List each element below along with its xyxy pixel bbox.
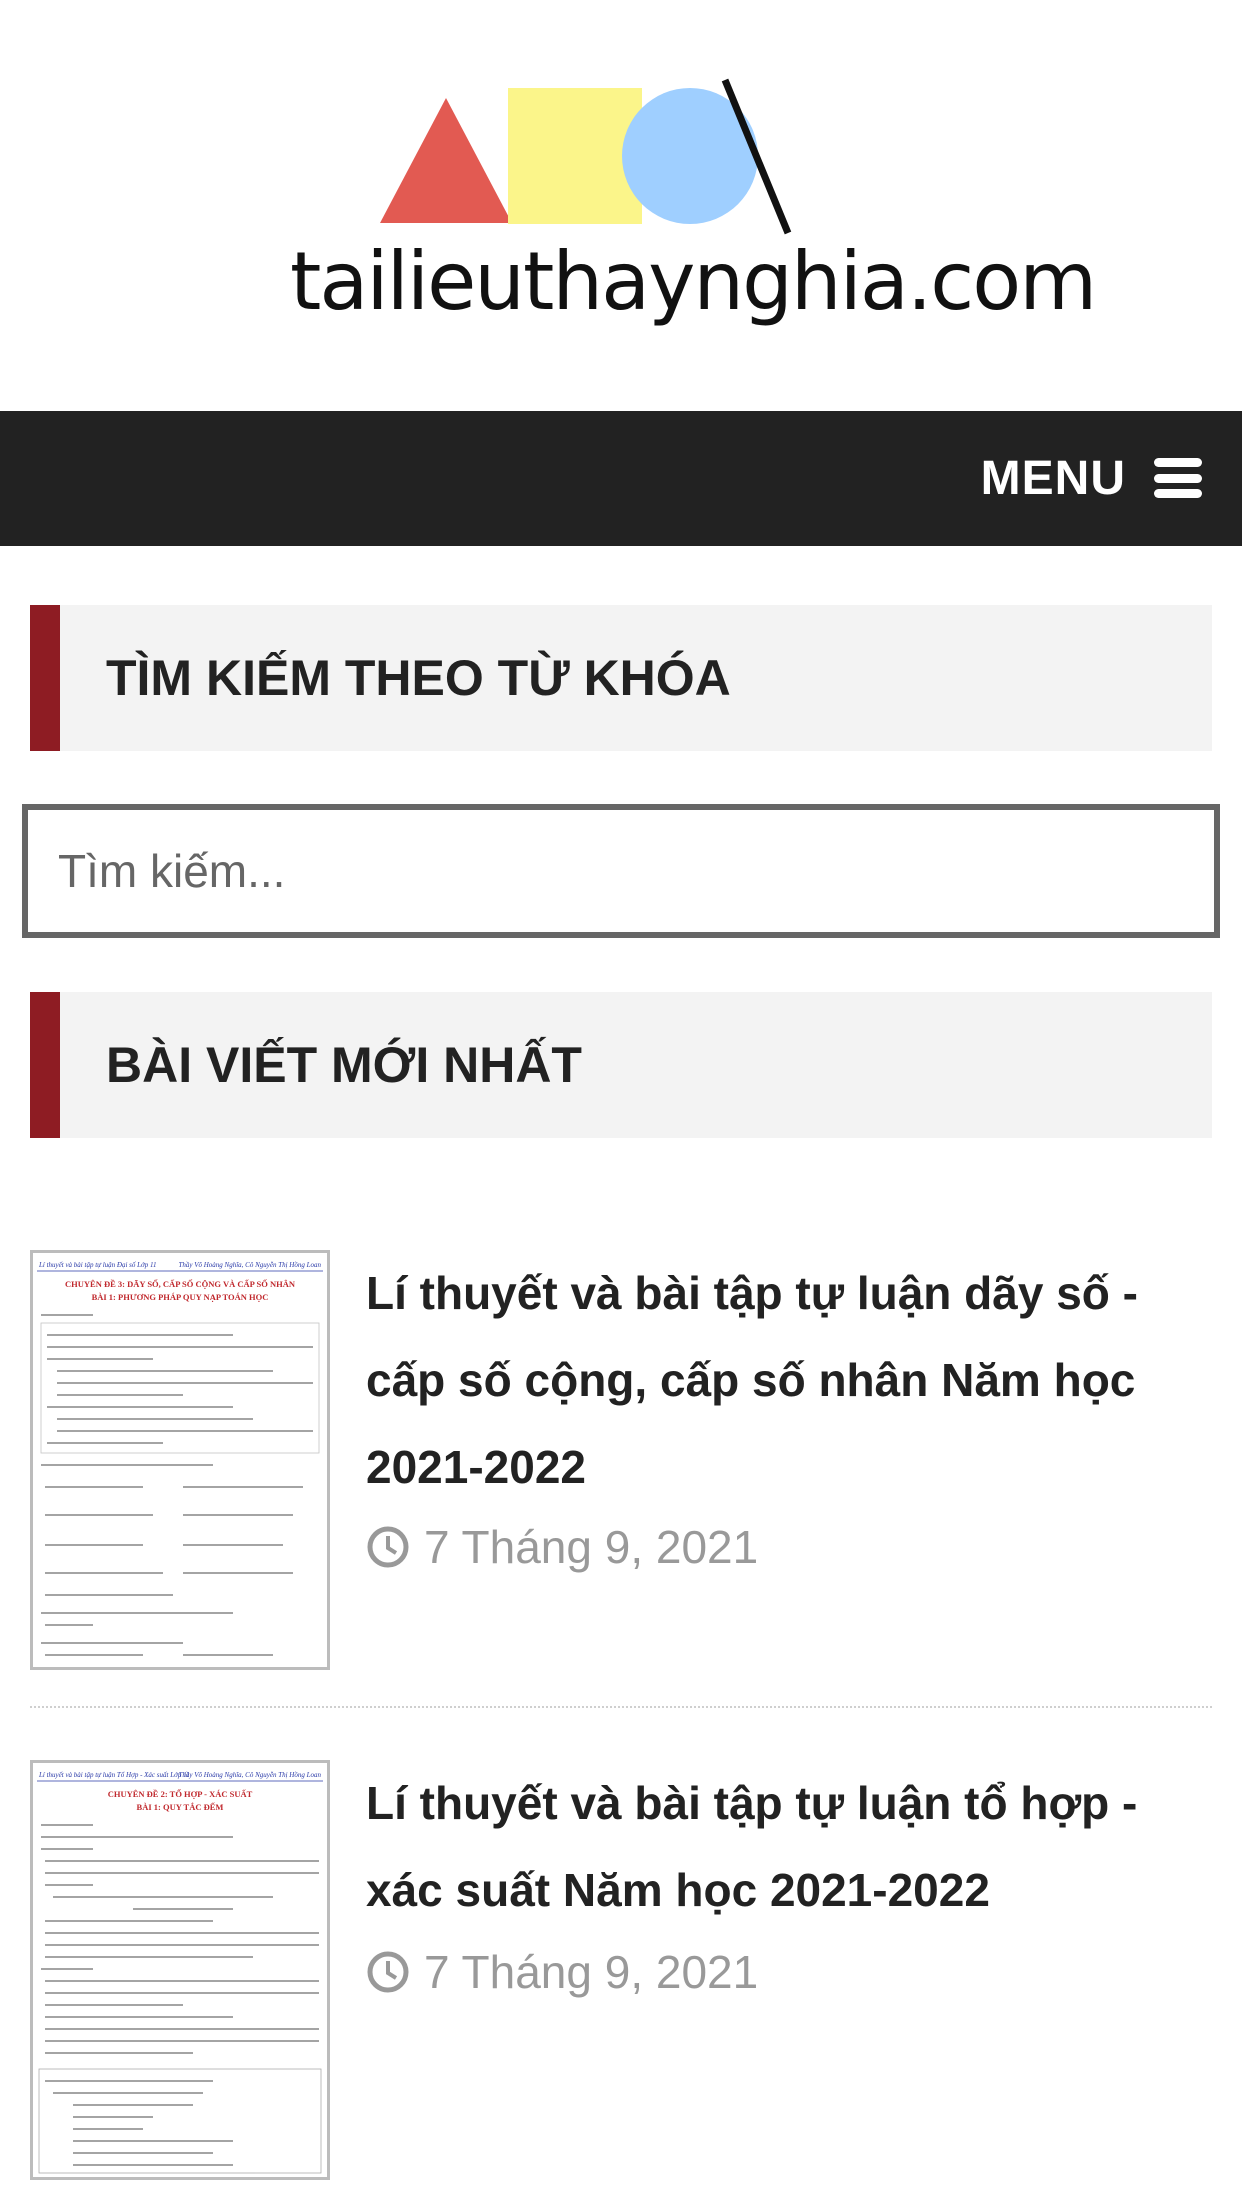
hamburger-icon bbox=[1154, 458, 1202, 498]
post-title-link[interactable]: Lí thuyết và bài tập tự luận dãy số - cấ… bbox=[366, 1250, 1212, 1511]
document-thumbnail-icon: Lí thuyết và bài tập tự luận Đại số Lớp … bbox=[37, 1261, 323, 1656]
svg-text:BÀI 1: PHƯƠNG PHÁP QUY NẠP TOÁ: BÀI 1: PHƯƠNG PHÁP QUY NẠP TOÁN HỌC bbox=[92, 1292, 269, 1302]
svg-text:CHUYÊN ĐỀ 2: TỔ HỢP - XÁC SUẤT: CHUYÊN ĐỀ 2: TỔ HỢP - XÁC SUẤT bbox=[108, 1789, 253, 1799]
post-date-text: 7 Tháng 9, 2021 bbox=[424, 1521, 759, 1573]
site-name: tailieuthaynghia.com bbox=[290, 235, 1097, 328]
svg-text:Lí thuyết và bài tập tự luận Đ: Lí thuyết và bài tập tự luận Đại số Lớp … bbox=[38, 1261, 156, 1269]
logo-shapes-icon bbox=[380, 78, 792, 235]
post-date: 7 Tháng 9, 2021 bbox=[366, 1520, 758, 1574]
navbar: MENU bbox=[0, 411, 1242, 546]
search-widget-title: TÌM KIẾM THEO TỪ KHÓA bbox=[30, 605, 1212, 751]
svg-text:Thầy Võ Hoàng Nghĩa, Cô Nguyễn: Thầy Võ Hoàng Nghĩa, Cô Nguyễn Thị Hồng … bbox=[178, 1771, 321, 1779]
post-date: 7 Tháng 9, 2021 bbox=[366, 1945, 758, 1999]
site-logo-link[interactable]: tailieuthaynghia.com bbox=[290, 70, 1097, 340]
svg-text:BÀI 1: QUY TẮC ĐẾM: BÀI 1: QUY TẮC ĐẾM bbox=[137, 1802, 224, 1812]
svg-text:Thầy Võ Hoàng Nghĩa, Cô Nguyễn: Thầy Võ Hoàng Nghĩa, Cô Nguyễn Thị Hồng … bbox=[178, 1261, 321, 1269]
post-thumbnail[interactable]: Lí thuyết và bài tập tự luận Tổ Hợp - Xá… bbox=[30, 1760, 330, 2180]
site-header: tailieuthaynghia.com bbox=[0, 0, 1242, 411]
search-input[interactable] bbox=[22, 804, 1220, 938]
post-date-text: 7 Tháng 9, 2021 bbox=[424, 1946, 759, 1998]
svg-text:CHUYÊN ĐỀ 3: DÃY SỐ, CẤP SỐ CỘ: CHUYÊN ĐỀ 3: DÃY SỐ, CẤP SỐ CỘNG VÀ CẤP … bbox=[65, 1279, 296, 1289]
recent-posts-widget-title: BÀI VIẾT MỚI NHẤT bbox=[30, 992, 1212, 1138]
post-title-link[interactable]: Lí thuyết và bài tập tự luận tổ hợp - xá… bbox=[366, 1760, 1212, 1934]
search-widget-heading: TÌM KIẾM THEO TỪ KHÓA bbox=[106, 650, 731, 706]
menu-button[interactable]: MENU bbox=[981, 443, 1202, 513]
post-divider bbox=[30, 1706, 1212, 1708]
svg-text:Lí thuyết và bài tập tự luận T: Lí thuyết và bài tập tự luận Tổ Hợp - Xá… bbox=[38, 1771, 190, 1779]
post-thumbnail[interactable]: Lí thuyết và bài tập tự luận Đại số Lớp … bbox=[30, 1250, 330, 1670]
clock-icon bbox=[367, 1526, 409, 1568]
recent-posts-heading: BÀI VIẾT MỚI NHẤT bbox=[106, 1037, 582, 1093]
menu-label: MENU bbox=[980, 451, 1126, 505]
document-thumbnail-icon: Lí thuyết và bài tập tự luận Tổ Hợp - Xá… bbox=[37, 1771, 323, 2174]
clock-icon bbox=[367, 1951, 409, 1993]
